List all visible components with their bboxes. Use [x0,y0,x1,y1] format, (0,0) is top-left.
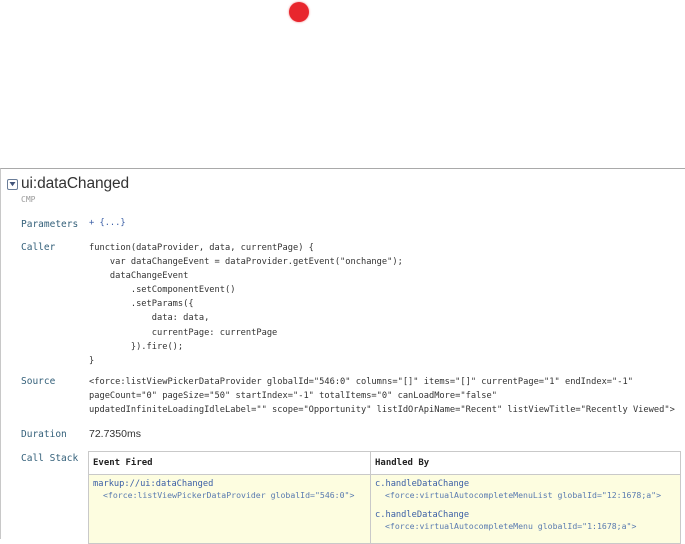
call-stack-label: Call Stack [21,453,79,464]
chevron-down-icon [9,182,16,187]
call-stack-table: Event Fired Handled By markup://ui:dataC… [88,451,681,544]
event-fired-component: <force:listViewPickerDataProvider global… [103,490,355,500]
column-header-handled-by: Handled By [370,451,681,475]
handler-item: c.handleDataChange <force:virtualAutocom… [375,510,676,531]
code-line: dataChangeEvent [89,271,189,282]
code-line: } [89,355,95,366]
event-fired-link[interactable]: markup://ui:dataChanged [93,479,366,489]
parameters-toggle[interactable]: + {...} [89,218,126,228]
event-name: ui:dataChanged [21,175,130,192]
handler-link[interactable]: c.handleDataChange [375,510,676,520]
code-line: var dataChangeEvent = dataProvider.getEv… [89,257,403,268]
duration-value: 72.7350ms [89,428,141,440]
code-line: }).fire(); [89,341,184,352]
parameters-label: Parameters [21,219,79,230]
table-row: markup://ui:dataChanged <force:listViewP… [88,474,681,544]
record-dot-icon [289,2,309,22]
table-header-row: Event Fired Handled By [88,451,681,475]
event-header: ui:dataChanged [7,175,129,193]
caller-code: function(dataProvider, data, currentPage… [89,241,403,368]
code-line: .setComponentEvent() [89,285,236,296]
handled-by-cell: c.handleDataChange <force:virtualAutocom… [370,474,681,544]
code-line: .setParams({ [89,299,194,310]
code-line: currentPage: currentPage [89,327,278,338]
source-markup: <force:listViewPickerDataProvider global… [89,377,675,416]
handler-component: <force:virtualAutocompleteMenuList globa… [385,490,662,500]
caller-label: Caller [21,242,56,253]
handler-item: c.handleDataChange <force:virtualAutocom… [375,479,676,500]
handler-link[interactable]: c.handleDataChange [375,479,676,489]
source-label: Source [21,376,56,387]
code-line: function(dataProvider, data, currentPage… [89,243,314,253]
event-detail-panel: ui:dataChanged CMP Parameters + {...} Ca… [0,168,685,544]
duration-label: Duration [21,429,67,440]
handler-component: <force:virtualAutocompleteMenu globalId=… [385,521,637,531]
event-fired-cell: markup://ui:dataChanged <force:listViewP… [88,474,371,544]
column-header-event-fired: Event Fired [88,451,371,475]
code-line: data: data, [89,313,210,324]
collapse-toggle[interactable] [7,178,18,190]
event-type: CMP [21,195,36,204]
